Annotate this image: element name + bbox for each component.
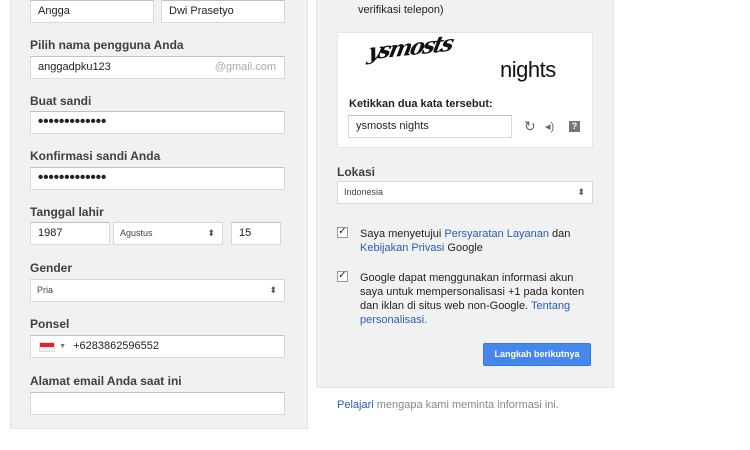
birth-month-select[interactable]: Agustus ⬍ [113, 222, 223, 245]
audio-icon[interactable]: ◂) [545, 117, 554, 137]
terms-prefix: Saya menyetujui [360, 228, 445, 240]
footer-note: Pelajari mengapa kami meminta informasi … [337, 398, 559, 412]
captcha-box: ysmosts nights Ketikkan dua kata tersebu… [337, 30, 593, 148]
refresh-icon[interactable]: ↻ [524, 115, 536, 138]
birth-month-value: Agustus [120, 228, 153, 238]
country-dropdown-icon[interactable]: ▼ [59, 343, 66, 350]
help-icon[interactable]: ? [569, 121, 580, 132]
birth-year-field[interactable]: 1987 [30, 222, 110, 245]
current-email-label: Alamat email Anda saat ini [30, 374, 182, 388]
gender-value: Pria [37, 285, 54, 295]
phone-label: Ponsel [30, 317, 70, 331]
phone-field[interactable]: ▼ +6283862596552 [30, 335, 285, 358]
first-name-field[interactable]: Angga [30, 0, 154, 23]
location-value: Indonesia [344, 187, 384, 197]
current-email-field[interactable] [30, 392, 285, 415]
next-step-button[interactable]: Langkah berikutnya [483, 343, 591, 366]
verification-note: verifikasi telepon) [358, 4, 444, 16]
last-name-field[interactable]: Dwi Prasetyo [161, 0, 285, 23]
privacy-link[interactable]: Kebijakan Privasi [360, 242, 444, 254]
captcha-prompt: Ketikkan dua kata tersebut: [349, 98, 493, 110]
password-label: Buat sandi [30, 94, 92, 108]
gender-select[interactable]: Pria ⬍ [30, 279, 285, 302]
personalization-checkbox[interactable]: ✓ [337, 271, 348, 282]
phone-value: +6283862596552 [73, 340, 160, 353]
terms-suffix: Google [444, 242, 483, 254]
captcha-input[interactable]: ysmosts nights [348, 115, 512, 138]
footer-text: mengapa kami meminta informasi ini. [373, 399, 559, 411]
indonesia-flag-icon[interactable] [39, 341, 55, 352]
learn-link[interactable]: Pelajari [337, 399, 374, 411]
location-select[interactable]: Indonesia ⬍ [337, 181, 593, 204]
terms-checkbox[interactable]: ✓ [337, 227, 348, 238]
select-arrows-icon: ⬍ [207, 228, 215, 238]
gmail-suffix: @gmail.com [214, 61, 276, 73]
select-arrows-icon: ⬍ [577, 187, 585, 197]
personalization-text: Google dapat menggunakan informasi akun … [360, 271, 596, 327]
captcha-word-1: ysmosts [365, 30, 455, 66]
location-label: Lokasi [337, 165, 376, 179]
tos-link[interactable]: Persyaratan Layanan [444, 228, 549, 240]
confirm-password-label: Konfirmasi sandi Anda [30, 149, 161, 163]
select-arrows-icon: ⬍ [269, 285, 277, 295]
username-field[interactable]: anggadpku123 @gmail.com [30, 56, 285, 79]
gender-label: Gender [30, 261, 73, 275]
password-field[interactable]: ••••••••••••• [30, 111, 285, 134]
birthday-label: Tanggal lahir [30, 205, 104, 219]
username-value: anggadpku123 [38, 61, 111, 73]
birth-day-field[interactable]: 15 [231, 222, 281, 245]
username-label: Pilih nama pengguna Anda [30, 38, 184, 52]
captcha-word-2: nights [500, 57, 556, 82]
captcha-image: ysmosts nights [338, 30, 592, 91]
confirm-password-field[interactable]: ••••••••••••• [30, 167, 285, 190]
terms-and: dan [548, 228, 571, 240]
terms-text: Saya menyetujui Persyaratan Layanan dan … [360, 227, 580, 255]
